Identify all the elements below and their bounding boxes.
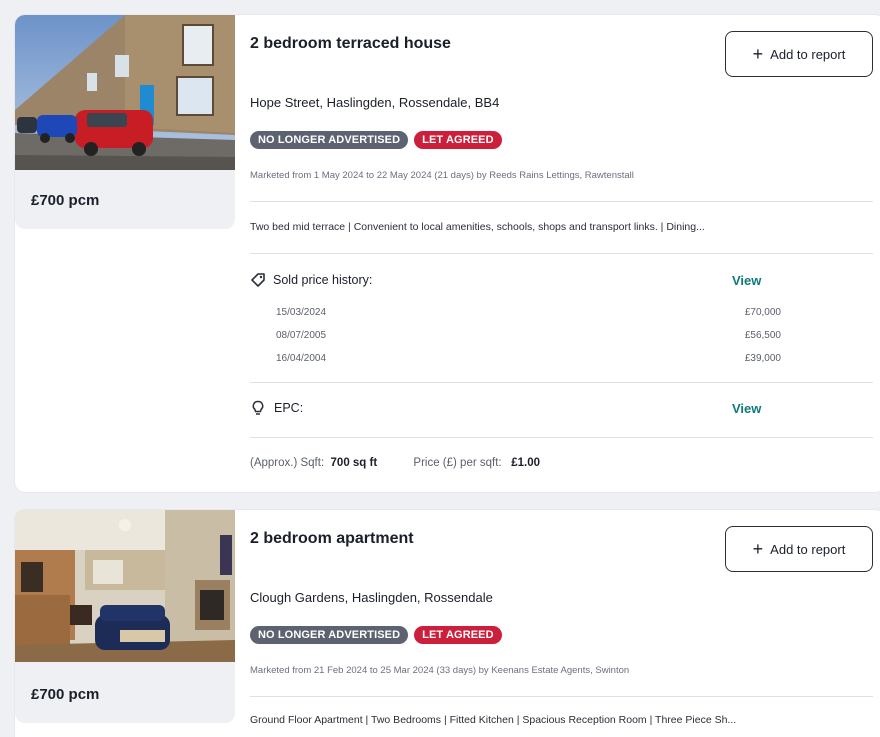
add-to-report-button[interactable]: + Add to report bbox=[725, 526, 873, 572]
listing-photo[interactable] bbox=[15, 15, 235, 170]
status-badge-no-longer-advertised: NO LONGER ADVERTISED bbox=[250, 626, 409, 644]
sold-price: £39,000 bbox=[744, 353, 781, 364]
divider bbox=[250, 437, 873, 438]
sold-date: 15/03/2024 bbox=[276, 307, 327, 318]
divider bbox=[250, 696, 873, 697]
sold-price: £56,500 bbox=[744, 330, 781, 341]
sold-history-view-link[interactable]: View bbox=[732, 273, 761, 288]
marketed-info: Marketed from 21 Feb 2024 to 25 Mar 2024… bbox=[250, 665, 630, 676]
divider bbox=[250, 253, 873, 254]
divider bbox=[250, 201, 873, 202]
plus-icon: + bbox=[752, 44, 764, 64]
listing-description: Ground Floor Apartment | Two Bedrooms | … bbox=[250, 714, 737, 726]
sold-history-row: 15/03/2024 £70,000 bbox=[276, 307, 781, 318]
add-to-report-button[interactable]: + Add to report bbox=[725, 31, 873, 77]
listing-price: £700 pcm bbox=[31, 192, 100, 209]
sqft-label: (Approx.) Sqft: bbox=[250, 457, 325, 469]
sold-price-history-label: Sold price history: bbox=[250, 272, 372, 288]
status-badges: NO LONGER ADVERTISED LET AGREED bbox=[250, 626, 502, 644]
listing-card: £700 pcm 2 bedroom apartment + Add to re… bbox=[15, 510, 880, 737]
price-per-sqft-value: £1.00 bbox=[511, 457, 540, 469]
add-to-report-label: Add to report bbox=[770, 46, 846, 62]
status-badges: NO LONGER ADVERTISED LET AGREED bbox=[250, 131, 502, 149]
listing-address: Hope Street, Haslingden, Rossendale, BB4 bbox=[250, 95, 500, 110]
listing-media: £700 pcm bbox=[15, 15, 235, 229]
epc-view-link[interactable]: View bbox=[732, 401, 761, 416]
sqft-info: (Approx.) Sqft: 700 sq ft Price (£) per … bbox=[250, 457, 540, 469]
listing-address: Clough Gardens, Haslingden, Rossendale bbox=[250, 590, 493, 605]
sold-price-history-text: Sold price history: bbox=[273, 273, 373, 287]
divider bbox=[250, 382, 873, 383]
status-badge-no-longer-advertised: NO LONGER ADVERTISED bbox=[250, 131, 409, 149]
marketed-info: Marketed from 1 May 2024 to 22 May 2024 … bbox=[250, 170, 634, 181]
status-badge-let-agreed: LET AGREED bbox=[414, 131, 502, 149]
listing-photo[interactable] bbox=[15, 510, 235, 662]
sold-price: £70,000 bbox=[744, 307, 781, 318]
lightbulb-icon bbox=[250, 400, 266, 416]
listing-description: Two bed mid terrace | Convenient to loca… bbox=[250, 221, 705, 233]
status-badge-let-agreed: LET AGREED bbox=[414, 626, 502, 644]
tag-icon bbox=[250, 272, 266, 288]
sqft-value: 700 sq ft bbox=[330, 457, 378, 469]
add-to-report-label: Add to report bbox=[770, 541, 846, 557]
listing-price: £700 pcm bbox=[31, 686, 100, 703]
sold-date: 16/04/2004 bbox=[276, 353, 327, 364]
epc-label: EPC: bbox=[250, 400, 303, 416]
price-per-sqft-label: Price (£) per sqft: bbox=[413, 457, 502, 469]
plus-icon: + bbox=[752, 539, 764, 559]
sold-history-row: 08/07/2005 £56,500 bbox=[276, 330, 781, 341]
listing-title[interactable]: 2 bedroom terraced house bbox=[250, 35, 451, 53]
sold-date: 08/07/2005 bbox=[276, 330, 327, 341]
sold-history-row: 16/04/2004 £39,000 bbox=[276, 353, 781, 364]
listing-title[interactable]: 2 bedroom apartment bbox=[250, 530, 414, 548]
listing-media: £700 pcm bbox=[15, 510, 235, 723]
epc-text: EPC: bbox=[274, 401, 304, 415]
listing-card: £700 pcm 2 bedroom terraced house + Add … bbox=[15, 15, 880, 492]
